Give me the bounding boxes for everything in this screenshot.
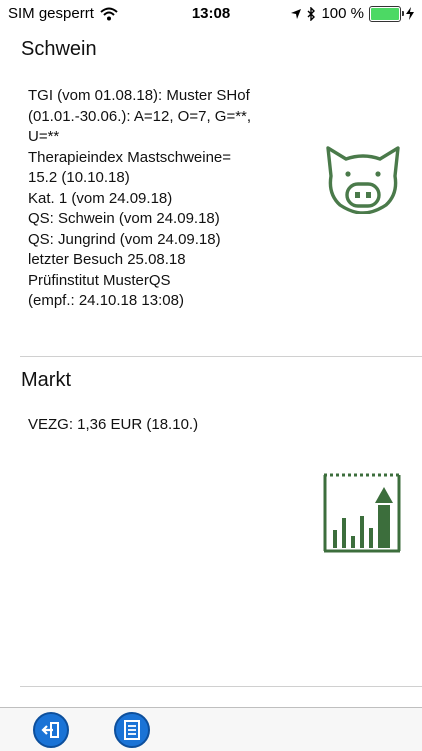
logout-icon [41, 722, 59, 738]
schwein-info-line: (empf.: 24.10.18 13:08) [28, 292, 184, 309]
schwein-info-line: (01.01.-30.06.): A=12, O=7, G=**, [28, 107, 252, 125]
section-divider [20, 686, 422, 687]
schwein-info-line: 15.2 (10.10.18) [28, 169, 130, 186]
battery-percent: 100 % [321, 5, 364, 22]
location-icon [291, 8, 302, 19]
schwein-info-line: QS: Jungrind (vom 24.09.18) [28, 230, 221, 248]
schwein-info-line: Kat. 1 (vom 24.09.18) [28, 189, 173, 207]
charging-icon [406, 7, 414, 20]
battery-level-fill [371, 7, 399, 20]
list-icon [124, 720, 140, 740]
schwein-info-block: TGI (vom 01.08.18): Muster SHof (01.01.-3… [28, 86, 251, 312]
market-chart-icon [323, 473, 401, 553]
schwein-info-line: letzter Besuch 25.08.18 [28, 251, 186, 268]
list-button[interactable] [114, 712, 150, 748]
pig-icon [326, 146, 400, 214]
schwein-info-line: QS: Schwein (vom 24.09.18) [28, 210, 220, 227]
logout-button[interactable] [33, 712, 69, 748]
schwein-info-line: TGI (vom 01.08.18): Muster SHof [28, 87, 250, 104]
schwein-info-line: Therapieindex Mastschweine= [28, 148, 232, 166]
schwein-section-title: Schwein [21, 38, 97, 60]
status-bar: SIM gesperrt 13:08 100 % [0, 0, 422, 28]
battery-icon [369, 5, 404, 22]
markt-section-title: Markt [21, 369, 71, 391]
bottom-toolbar [0, 707, 422, 751]
schwein-info-line: Prüfinstitut MusterQS [28, 271, 171, 289]
section-divider [20, 356, 422, 357]
schwein-info-line: U=** [28, 128, 60, 145]
markt-info-block: VEZG: 1,36 EUR (18.10.) [28, 415, 198, 436]
bluetooth-icon [307, 6, 316, 21]
vezg-price: VEZG: 1,36 EUR (18.10.) [28, 416, 199, 433]
